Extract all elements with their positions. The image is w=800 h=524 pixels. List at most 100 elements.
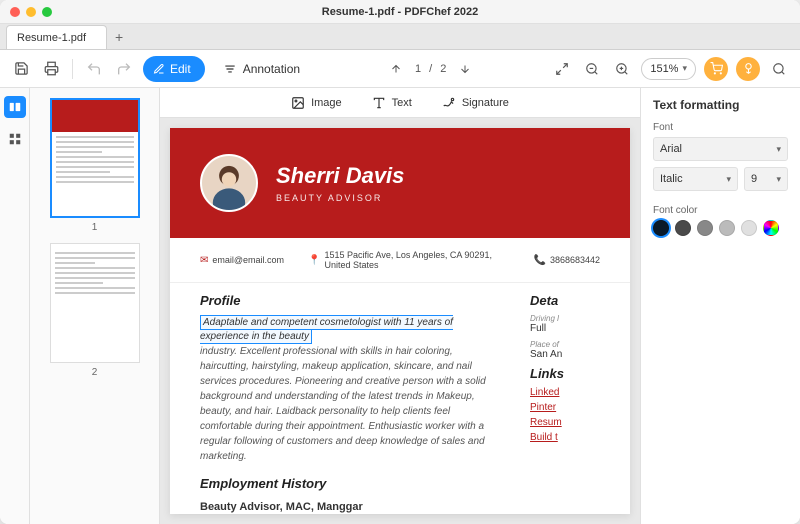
fit-screen-button[interactable]: [551, 58, 573, 80]
link-item[interactable]: Pinter: [530, 402, 600, 413]
next-page-button[interactable]: [454, 58, 476, 80]
grid-view-button[interactable]: [4, 128, 26, 150]
thumbnail-panel: 1 2: [30, 88, 160, 524]
driving-label: Driving l: [530, 314, 600, 323]
font-family-dropdown[interactable]: Arial ▾: [653, 137, 788, 161]
resume-header: Sherri Davis BEAUTY ADVISOR: [170, 128, 630, 238]
window-title: Resume-1.pdf - PDFChef 2022: [0, 6, 800, 18]
font-style-dropdown[interactable]: Italic ▾: [653, 167, 738, 191]
insert-signature-label: Signature: [462, 97, 509, 109]
main-area: 1 2 Image: [0, 88, 800, 524]
zoom-out-button[interactable]: [581, 58, 603, 80]
thumb-number: 1: [38, 222, 151, 233]
edit-label: Edit: [170, 62, 191, 76]
job-dates: January 2020 — June 2021: [200, 513, 500, 514]
driving-value: Full: [530, 323, 600, 334]
color-swatch[interactable]: [741, 220, 757, 236]
document-tab[interactable]: Resume-1.pdf: [6, 25, 107, 49]
titlebar: Resume-1.pdf - PDFChef 2022: [0, 0, 800, 24]
links-heading: Links: [530, 366, 600, 381]
main-toolbar: Edit Annotation 1 / 2 151%: [0, 50, 800, 88]
thumbnail-page-2[interactable]: 2: [38, 243, 151, 378]
avatar: [200, 154, 258, 212]
insert-text-button[interactable]: Text: [372, 96, 412, 110]
close-window-button[interactable]: [10, 7, 20, 17]
maximize-window-button[interactable]: [42, 7, 52, 17]
tab-label: Resume-1.pdf: [17, 32, 86, 44]
font-label: Font: [653, 122, 788, 133]
color-swatch[interactable]: [719, 220, 735, 236]
upgrade-button[interactable]: [736, 57, 760, 81]
window-controls: [0, 7, 52, 17]
new-tab-button[interactable]: +: [107, 25, 131, 49]
color-picker-button[interactable]: [763, 220, 779, 236]
page-navigator: 1 / 2: [385, 58, 476, 80]
chevron-down-icon: ▾: [726, 174, 731, 185]
save-button[interactable]: [10, 58, 32, 80]
chevron-down-icon: ▾: [682, 63, 687, 74]
link-item[interactable]: Resum: [530, 417, 600, 428]
color-swatches: [653, 220, 788, 236]
insert-toolbar: Image Text Signature: [160, 88, 640, 118]
search-button[interactable]: [768, 58, 790, 80]
chevron-down-icon: ▾: [776, 144, 781, 155]
text-formatting-panel: Text formatting Font Arial ▾ Italic ▾ 9 …: [640, 88, 800, 524]
insert-signature-button[interactable]: Signature: [442, 96, 509, 110]
insert-text-label: Text: [392, 97, 412, 109]
insert-image-label: Image: [311, 97, 342, 109]
app-window: Resume-1.pdf - PDFChef 2022 Resume-1.pdf…: [0, 0, 800, 524]
insert-image-button[interactable]: Image: [291, 96, 342, 110]
contact-row: ✉email@email.com 📍1515 Pacific Ave, Los …: [170, 238, 630, 283]
color-swatch[interactable]: [675, 220, 691, 236]
details-heading: Deta: [530, 293, 600, 308]
profile-heading: Profile: [200, 293, 500, 308]
undo-button[interactable]: [83, 58, 105, 80]
color-swatch[interactable]: [697, 220, 713, 236]
panel-title: Text formatting: [653, 98, 788, 112]
page-sep: /: [429, 63, 432, 75]
document-body: Profile Adaptable and competent cosmetol…: [170, 283, 630, 514]
tab-bar: Resume-1.pdf +: [0, 24, 800, 50]
print-button[interactable]: [40, 58, 62, 80]
annotation-label: Annotation: [243, 62, 300, 76]
annotation-mode-button[interactable]: Annotation: [213, 62, 310, 76]
font-color-label: Font color: [653, 205, 788, 216]
page-total: 2: [440, 63, 446, 75]
font-size-dropdown[interactable]: 9 ▾: [744, 167, 788, 191]
employment-heading: Employment History: [200, 476, 500, 491]
zoom-in-button[interactable]: [611, 58, 633, 80]
selected-text[interactable]: Adaptable and competent cosmetologist wi…: [200, 315, 453, 344]
zoom-value: 151%: [650, 63, 678, 75]
place-label: Place of: [530, 340, 600, 349]
document-scroll-area[interactable]: Sherri Davis BEAUTY ADVISOR ✉email@email…: [160, 118, 640, 524]
profile-text[interactable]: industry. Excellent professional with sk…: [200, 344, 500, 464]
prev-page-button[interactable]: [385, 58, 407, 80]
thumbnails-view-button[interactable]: [4, 96, 26, 118]
link-item[interactable]: Linked: [530, 387, 600, 398]
document-page[interactable]: Sherri Davis BEAUTY ADVISOR ✉email@email…: [170, 128, 630, 514]
place-value: San An: [530, 349, 600, 360]
color-swatch[interactable]: [653, 220, 669, 236]
person-name: Sherri Davis: [276, 163, 404, 189]
email-icon: ✉: [200, 255, 208, 266]
job-title: Beauty Advisor, MAC, Manggar: [200, 501, 500, 513]
page-current: 1: [415, 63, 421, 75]
link-item[interactable]: Build t: [530, 432, 600, 443]
edit-mode-button[interactable]: Edit: [143, 56, 205, 82]
thumb-number: 2: [38, 367, 151, 378]
redo-button[interactable]: [113, 58, 135, 80]
document-viewport: Image Text Signature: [160, 88, 640, 524]
contact-phone: 📞3868683442: [533, 250, 600, 270]
contact-address: 📍1515 Pacific Ave, Los Angeles, CA 90291…: [308, 250, 509, 270]
zoom-level-dropdown[interactable]: 151% ▾: [641, 58, 696, 80]
cart-button[interactable]: [704, 57, 728, 81]
separator: [72, 59, 73, 79]
minimize-window-button[interactable]: [26, 7, 36, 17]
phone-icon: 📞: [533, 255, 545, 266]
contact-email: ✉email@email.com: [200, 250, 284, 270]
left-rail: [0, 88, 30, 524]
chevron-down-icon: ▾: [776, 174, 781, 185]
location-icon: 📍: [308, 255, 320, 266]
person-role: BEAUTY ADVISOR: [276, 193, 404, 203]
thumbnail-page-1[interactable]: 1: [38, 98, 151, 233]
